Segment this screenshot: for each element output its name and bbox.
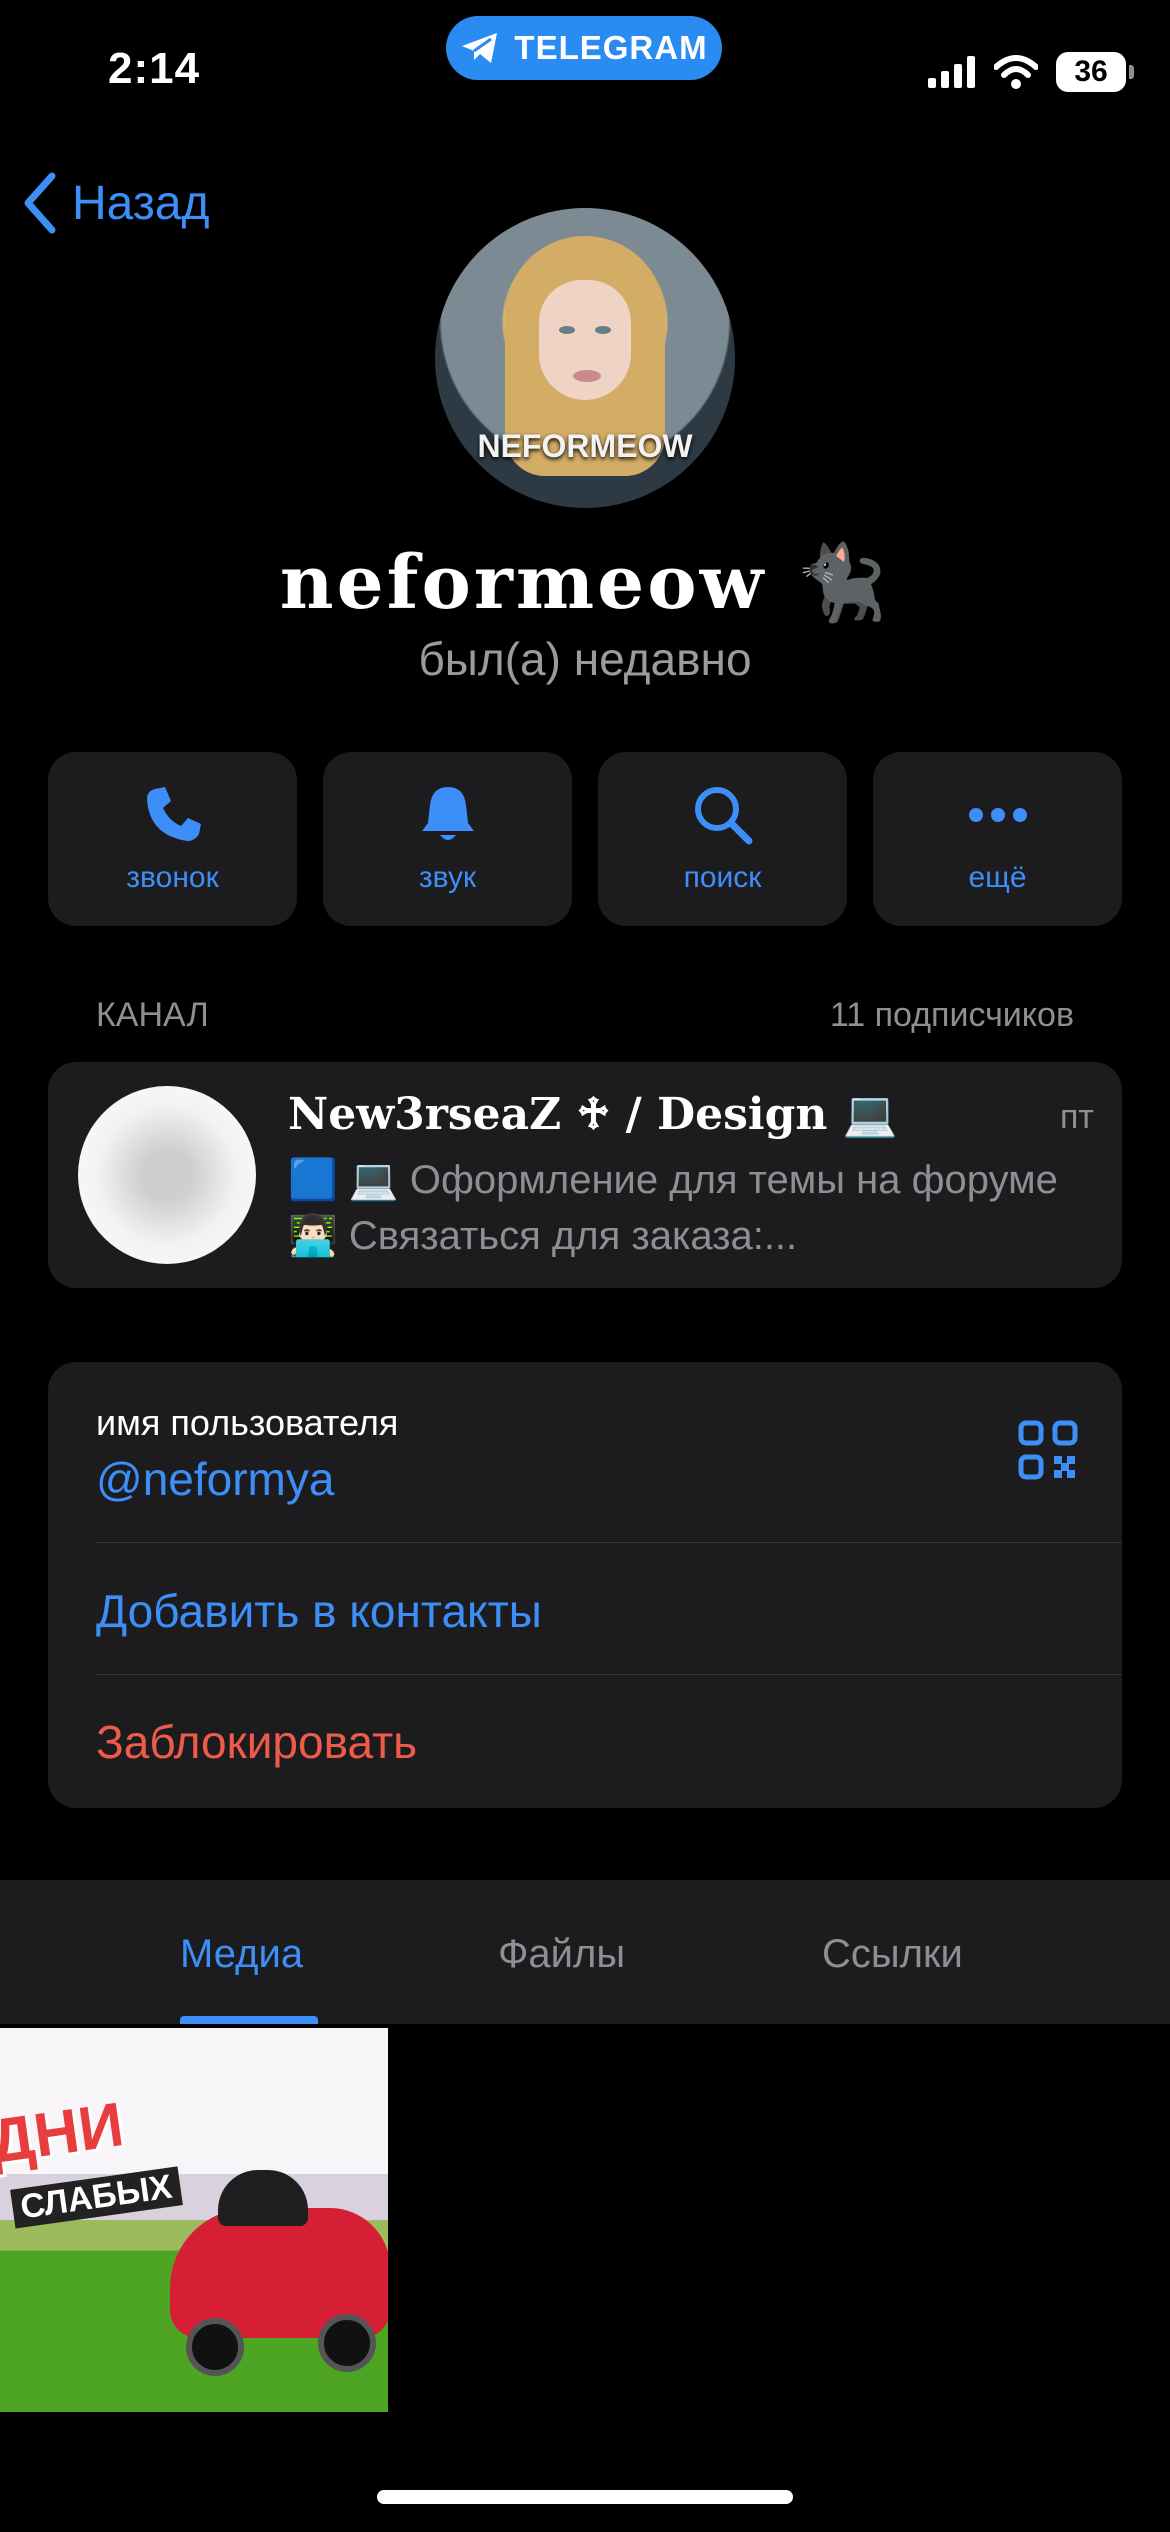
linked-channel-card[interactable]: New3rseaZ ♱ / Design 💻 пт 🟦 💻 Оформление… (48, 1062, 1122, 1288)
last-seen-status: был(а) недавно (418, 633, 752, 685)
status-time: 2:14 (108, 44, 201, 93)
username-row[interactable]: имя пользователя @neformya (48, 1362, 1122, 1542)
user-info-card: имя пользователя @neformya Добавить в ко… (48, 1362, 1122, 1808)
channel-avatar (78, 1086, 256, 1264)
block-user-button[interactable]: Заблокировать (96, 1715, 417, 1769)
media-thumbnail-subtext: СЛАБЫХ (10, 2166, 183, 2229)
info-divider (96, 1542, 1122, 1543)
shared-media-tabs: Медиа Файлы Ссылки (0, 1880, 1170, 2024)
avatar-face-shape (539, 280, 631, 400)
channel-date: пт (1060, 1098, 1094, 1136)
avatar-eye-right (595, 326, 611, 334)
battery-indicator: 36 (1056, 52, 1134, 92)
tab-links[interactable]: Ссылки (822, 1932, 963, 1977)
sound-button[interactable]: звук (323, 752, 572, 926)
avatar-eye-left (559, 326, 575, 334)
media-thumbnail-text: ДНИ (0, 2090, 128, 2177)
wifi-icon (994, 55, 1038, 89)
back-button[interactable]: Назад (22, 172, 210, 234)
more-icon (968, 808, 1027, 822)
telegram-profile-screen: 2:14 TELEGRAM 36 Назад NEFORMEOW neforme… (0, 0, 1170, 2532)
more-label: ещё (968, 861, 1027, 894)
channel-name: New3rseaZ ♱ / Design 💻 (288, 1089, 898, 1140)
car-wheel (186, 2318, 244, 2376)
home-indicator[interactable] (377, 2490, 793, 2504)
active-tab-indicator (180, 2016, 318, 2024)
more-button[interactable]: ещё (873, 752, 1122, 926)
avatar-watermark: NEFORMEOW (477, 428, 693, 464)
cellular-signal-icon (928, 56, 975, 88)
channel-section-header: КАНАЛ 11 подписчиков (96, 996, 1074, 1035)
sound-label: звук (418, 861, 477, 894)
search-icon (694, 787, 752, 845)
qr-code-icon[interactable] (1018, 1420, 1078, 1480)
chevron-left-icon (24, 172, 56, 234)
status-icons: 36 (928, 52, 1134, 92)
profile-avatar[interactable]: NEFORMEOW (435, 208, 735, 508)
channel-preview: 🟦 💻 Оформление для темы на форуме 👨🏻‍💻 С… (288, 1158, 1058, 1258)
tab-files[interactable]: Файлы (498, 1932, 625, 1977)
telegram-pill[interactable]: TELEGRAM (446, 16, 722, 80)
media-thumbnail[interactable]: ДНИ СЛАБЫХ (0, 2028, 388, 2412)
username-value[interactable]: @neformya (96, 1452, 334, 1506)
back-label: Назад (72, 176, 210, 230)
telegram-plane-icon (462, 33, 498, 63)
avatar-mouth (573, 370, 601, 382)
add-contact-button[interactable]: Добавить в контакты (96, 1584, 542, 1638)
call-button[interactable]: звонок (48, 752, 297, 926)
bell-icon (421, 787, 474, 840)
username-label: имя пользователя (96, 1402, 399, 1443)
tab-media[interactable]: Медиа (180, 1932, 303, 1977)
phone-icon (146, 787, 201, 841)
telegram-pill-label: TELEGRAM (514, 29, 708, 66)
search-label: поиск (683, 861, 762, 894)
subscriber-count: 11 подписчиков (829, 996, 1074, 1034)
profile-name: neformeow 🐈‍⬛ (279, 540, 891, 626)
profile-action-buttons: звонок звук поиск ещё (48, 752, 1122, 926)
channel-section-title: КАНАЛ (96, 996, 209, 1034)
car-wheel (318, 2314, 376, 2372)
call-label: звонок (126, 861, 219, 894)
info-divider (96, 1674, 1122, 1675)
search-button[interactable]: поиск (598, 752, 847, 926)
